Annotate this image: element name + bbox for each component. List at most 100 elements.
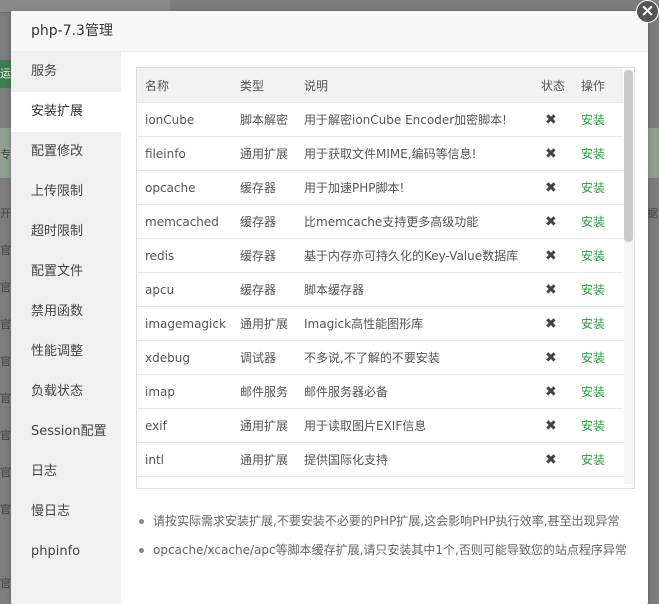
sidebar-item[interactable]: 服务 (11, 52, 121, 92)
extension-description: 用于读取图片EXIF信息 (296, 408, 533, 443)
extension-type: 通用扩展 (232, 136, 296, 171)
extension-description: 提供国际化支持 (296, 442, 533, 477)
extension-name: redis (137, 238, 232, 273)
extension-name: opcache (137, 170, 232, 205)
extension-description: 不多说,不了解的不要安装 (296, 340, 533, 375)
install-link[interactable]: 安装 (573, 102, 623, 137)
table-row: xdebug 调试器 不多说,不了解的不要安装 ✖ 安装 (137, 340, 623, 375)
extension-name: fileinfo (137, 136, 232, 171)
status-x-icon: ✖ (533, 374, 573, 409)
install-link[interactable]: 安装 (573, 272, 623, 307)
sidebar-item[interactable]: 慢日志 (11, 492, 121, 532)
extension-description: 用于获取文件MIME,编码等信息! (296, 136, 533, 171)
column-header-status: 状态 (533, 68, 573, 103)
tip-item: opcache/xcache/apc等脚本缓存扩展,请只安装其中1个,否则可能导… (136, 536, 636, 565)
extension-description: 脚本缓存器 (296, 272, 533, 307)
status-x-icon: ✖ (533, 102, 573, 137)
extensions-panel: 名称 类型 说明 状态 操作 ionCube 脚本解密 用于解密ionCube En… (121, 52, 648, 604)
sidebar-item[interactable]: 上传限制 (11, 172, 121, 212)
status-x-icon: ✖ (533, 170, 573, 205)
column-header-name: 名称 (137, 68, 232, 103)
extension-name: ionCube (137, 102, 232, 137)
sidebar-item[interactable]: phpinfo (11, 532, 121, 572)
column-header-action: 操作 (573, 68, 623, 103)
install-link[interactable]: 安装 (573, 408, 623, 443)
status-x-icon: ✖ (533, 136, 573, 171)
tips-list: 请按实际需求安装扩展,不要安装不必要的PHP扩展,这会影响PHP执行效率,甚至出… (136, 507, 636, 565)
sidebar-item[interactable]: 日志 (11, 452, 121, 492)
sidebar-item[interactable]: 禁用函数 (11, 292, 121, 332)
table-row: memcached 缓存器 比memcache支持更多高级功能 ✖ 安装 (137, 204, 623, 239)
sidebar-item[interactable]: 负载状态 (11, 372, 121, 412)
table-row: opcache 缓存器 用于加速PHP脚本! ✖ 安装 (137, 170, 623, 205)
extension-description: 比memcache支持更多高级功能 (296, 204, 533, 239)
column-header-description: 说明 (296, 68, 533, 103)
extension-description: Imagick高性能图形库 (296, 306, 533, 341)
extension-name: xdebug (137, 340, 232, 375)
table-row: fileinfo 通用扩展 用于获取文件MIME,编码等信息! ✖ 安装 (137, 136, 623, 171)
close-icon[interactable]: × (637, 1, 658, 22)
extension-type: 调试器 (232, 340, 296, 375)
install-link[interactable]: 安装 (573, 442, 623, 477)
extension-type: 缓存器 (232, 238, 296, 273)
background-text: 据 (647, 207, 658, 220)
column-header-type: 类型 (232, 68, 296, 103)
status-x-icon: ✖ (533, 272, 573, 307)
table-scrollbar[interactable] (624, 70, 633, 484)
extension-description: 用于解密ionCube Encoder加密脚本! (296, 102, 533, 137)
extension-type: 邮件服务 (232, 374, 296, 409)
scrollbar-thumb[interactable] (624, 70, 633, 242)
extensions-table-body: ionCube 脚本解密 用于解密ionCube Encoder加密脚本! ✖ 安装 fi… (137, 102, 623, 477)
sidebar-item[interactable]: 超时限制 (11, 212, 121, 252)
sidebar-item[interactable]: Session配置 (11, 412, 121, 452)
extensions-table-container[interactable]: 名称 类型 说明 状态 操作 ionCube 脚本解密 用于解密ionCube En… (136, 67, 635, 489)
status-x-icon: ✖ (533, 340, 573, 375)
table-row: imap 邮件服务 邮件服务器必备 ✖ 安装 (137, 374, 623, 409)
status-x-icon: ✖ (533, 238, 573, 273)
extension-description: 基于内存亦可持久化的Key-Value数据库 (296, 238, 533, 273)
extension-name: imap (137, 374, 232, 409)
extension-type: 脚本解密 (232, 102, 296, 137)
table-row: imagemagick 通用扩展 Imagick高性能图形库 ✖ 安装 (137, 306, 623, 341)
table-row: redis 缓存器 基于内存亦可持久化的Key-Value数据库 ✖ 安装 (137, 238, 623, 273)
status-x-icon: ✖ (533, 442, 573, 477)
tip-item: 请按实际需求安装扩展,不要安装不必要的PHP扩展,这会影响PHP执行效率,甚至出… (136, 507, 636, 536)
install-link[interactable]: 安装 (573, 238, 623, 273)
install-link[interactable]: 安装 (573, 136, 623, 171)
extension-name: intl (137, 442, 232, 477)
table-row: intl 通用扩展 提供国际化支持 ✖ 安装 (137, 442, 623, 477)
extension-name: memcached (137, 204, 232, 239)
extension-type: 通用扩展 (232, 408, 296, 443)
extension-type: 通用扩展 (232, 306, 296, 341)
extension-name: apcu (137, 272, 232, 307)
extension-type: 缓存器 (232, 272, 296, 307)
extension-description: 邮件服务器必备 (296, 374, 533, 409)
background-text: 运 (0, 67, 11, 80)
table-row: apcu 缓存器 脚本缓存器 ✖ 安装 (137, 272, 623, 307)
extension-name: imagemagick (137, 306, 232, 341)
extension-type: 缓存器 (232, 170, 296, 205)
status-x-icon: ✖ (533, 204, 573, 239)
dialog-title: php-7.3管理 (11, 11, 648, 52)
install-link[interactable]: 安装 (573, 204, 623, 239)
close-button[interactable]: × (636, 0, 659, 23)
table-header-row: 名称 类型 说明 状态 操作 (137, 68, 623, 103)
php-manage-dialog: php-7.3管理 服务 安装扩展 配置修改 上传限制 超时限制 配置文件 禁用函数 性能调整… (11, 11, 648, 604)
status-x-icon: ✖ (533, 306, 573, 341)
dialog-sidebar: 服务 安装扩展 配置修改 上传限制 超时限制 配置文件 禁用函数 性能调整 负载状态 Sessio… (11, 52, 121, 604)
install-link[interactable]: 安装 (573, 374, 623, 409)
install-link[interactable]: 安装 (573, 340, 623, 375)
extension-type: 通用扩展 (232, 442, 296, 477)
extension-name: exif (137, 408, 232, 443)
sidebar-item[interactable]: 配置文件 (11, 252, 121, 292)
extension-description: 用于加速PHP脚本! (296, 170, 533, 205)
extension-type: 缓存器 (232, 204, 296, 239)
install-link[interactable]: 安装 (573, 306, 623, 341)
status-x-icon: ✖ (533, 408, 573, 443)
sidebar-item[interactable]: 配置修改 (11, 132, 121, 172)
table-row: ionCube 脚本解密 用于解密ionCube Encoder加密脚本! ✖ 安装 (137, 102, 623, 137)
sidebar-item[interactable]: 性能调整 (11, 332, 121, 372)
table-row: exif 通用扩展 用于读取图片EXIF信息 ✖ 安装 (137, 408, 623, 443)
sidebar-item[interactable]: 安装扩展 (11, 92, 121, 132)
install-link[interactable]: 安装 (573, 170, 623, 205)
